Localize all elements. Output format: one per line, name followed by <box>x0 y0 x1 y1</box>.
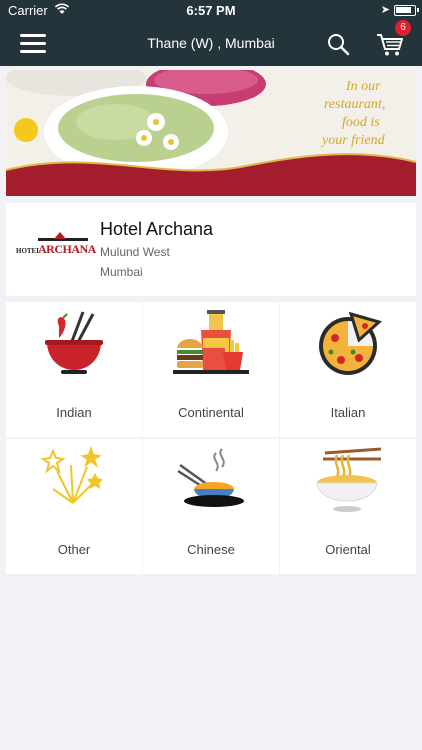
restaurant-card[interactable]: HOTEL ARCHANA Hotel Archana Mulund West … <box>6 203 416 296</box>
search-icon[interactable] <box>326 32 350 56</box>
tagline-line-1: In our <box>345 79 381 94</box>
category-continental[interactable]: Continental <box>143 302 279 437</box>
noodle-bowl-icon <box>177 448 244 507</box>
tagline-line-4: your friend <box>320 133 386 148</box>
promo-banner: In our restaurant, food is your friend <box>6 70 416 196</box>
category-italian[interactable]: Italian <box>280 302 416 437</box>
location-arrow-icon: ➤ <box>380 4 390 16</box>
pizza-icon <box>319 311 383 375</box>
status-bar: Carrier 6:57 PM ➤ <box>0 0 422 22</box>
category-label: Other <box>57 542 91 557</box>
banner-illustration: In our restaurant, food is your friend <box>6 70 416 196</box>
ramen-bowl-icon <box>316 447 382 512</box>
bowl-chopsticks-icon <box>45 311 103 374</box>
category-other[interactable]: Other <box>6 439 142 574</box>
restaurant-area: Mulund West <box>100 245 170 259</box>
category-label: Oriental <box>325 542 371 557</box>
burger-fries-icon <box>173 310 249 374</box>
tagline-line-2: restaurant, <box>324 97 385 112</box>
restaurant-city: Mumbai <box>100 265 143 279</box>
category-grid: Indian Continental Italian Other Chinese… <box>6 302 416 574</box>
battery-icon <box>394 5 419 16</box>
top-navbar: Thane (W) , Mumbai 6 <box>0 20 422 66</box>
cart-count-badge: 6 <box>395 20 411 36</box>
restaurant-name: Hotel Archana <box>100 219 214 239</box>
category-label: Continental <box>178 405 244 420</box>
location-title[interactable]: Thane (W) , Mumbai <box>0 35 422 51</box>
category-label: Chinese <box>187 542 235 557</box>
restaurant-logo: HOTEL ARCHANA <box>16 232 96 259</box>
category-indian[interactable]: Indian <box>6 302 142 437</box>
tagline-line-3: food is <box>342 115 380 130</box>
category-chinese[interactable]: Chinese <box>143 439 279 574</box>
clock: 6:57 PM <box>186 3 236 18</box>
sparkle-stars-icon <box>40 445 103 504</box>
category-label: Indian <box>56 405 92 420</box>
category-label: Italian <box>330 405 366 420</box>
category-oriental[interactable]: Oriental <box>280 439 416 574</box>
